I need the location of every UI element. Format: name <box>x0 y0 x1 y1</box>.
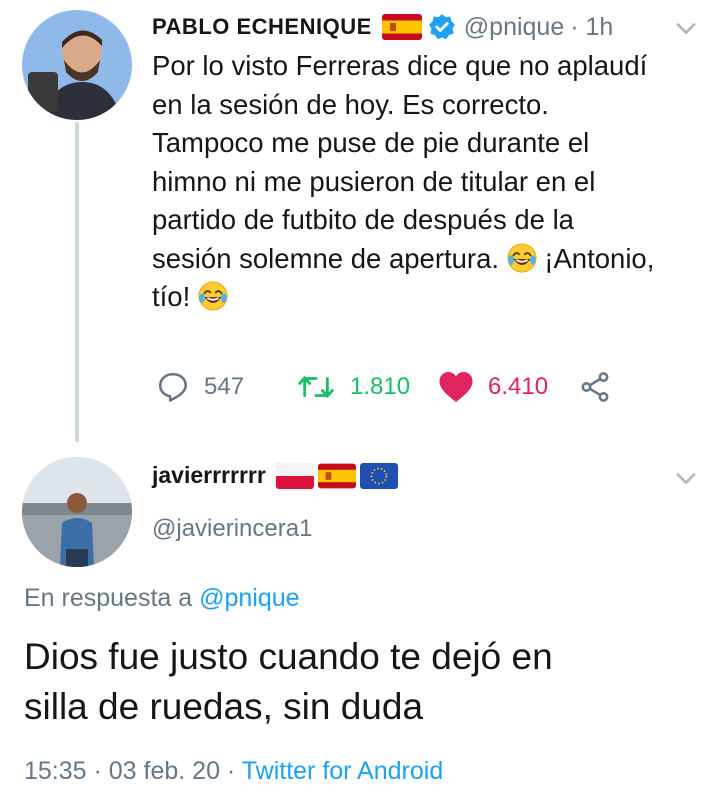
laughing-emoji-icon <box>507 243 537 273</box>
tweet-text: Por lo visto Ferreras dice que no aplaud… <box>152 47 712 317</box>
timestamp[interactable]: · 1h <box>570 13 613 42</box>
retweet-icon <box>298 376 334 398</box>
verified-icon <box>428 14 455 40</box>
reply-context: En respuesta a @pnique <box>24 584 300 613</box>
reply-text: Dios fue justo cuando te dejó en silla d… <box>24 636 553 727</box>
reply-to-link[interactable]: @pnique <box>199 584 299 612</box>
reply-button[interactable]: 547 <box>156 367 244 407</box>
spain-flag-icon <box>382 14 422 40</box>
chevron-down-icon[interactable] <box>672 464 700 492</box>
laughing-emoji-icon <box>198 281 228 311</box>
tweet-actions: 547 1.810 6.410 <box>0 367 720 407</box>
tweet-header: PABLO ECHENIQUE @pnique · 1h <box>152 10 613 44</box>
reply-icon <box>158 372 188 402</box>
reply-context-label: En respuesta a <box>24 584 200 612</box>
source-link[interactable]: Twitter for Android <box>242 757 443 785</box>
spain-flag-icon <box>318 463 356 489</box>
reply-timestamp: 15:35 · 03 feb. 20 · <box>24 757 242 785</box>
handle[interactable]: @pnique <box>464 13 564 42</box>
poland-flag-icon <box>275 462 314 489</box>
display-name[interactable]: PABLO ECHENIQUE <box>152 14 372 40</box>
reply-display-name[interactable]: javierrrrrrr <box>152 462 266 489</box>
retweet-button[interactable]: 1.810 <box>296 367 410 407</box>
avatar[interactable] <box>22 10 132 120</box>
retweet-count: 1.810 <box>350 373 411 400</box>
reply-meta: 15:35 · 03 feb. 20 · Twitter for Android <box>24 757 443 786</box>
reply-count: 547 <box>204 373 245 400</box>
share-icon[interactable] <box>578 370 612 404</box>
tweet-text-main: Por lo visto Ferreras dice que no aplaud… <box>152 50 648 274</box>
heart-icon <box>439 372 473 402</box>
like-count: 6.410 <box>488 373 549 400</box>
chevron-down-icon[interactable] <box>672 14 700 42</box>
eu-flag-icon <box>359 462 398 489</box>
like-button[interactable]: 6.410 <box>438 367 548 407</box>
reply-name-row: javierrrrrrr <box>152 462 398 489</box>
reply-avatar[interactable] <box>22 457 132 567</box>
reply-handle[interactable]: @javierincera1 <box>152 515 312 543</box>
